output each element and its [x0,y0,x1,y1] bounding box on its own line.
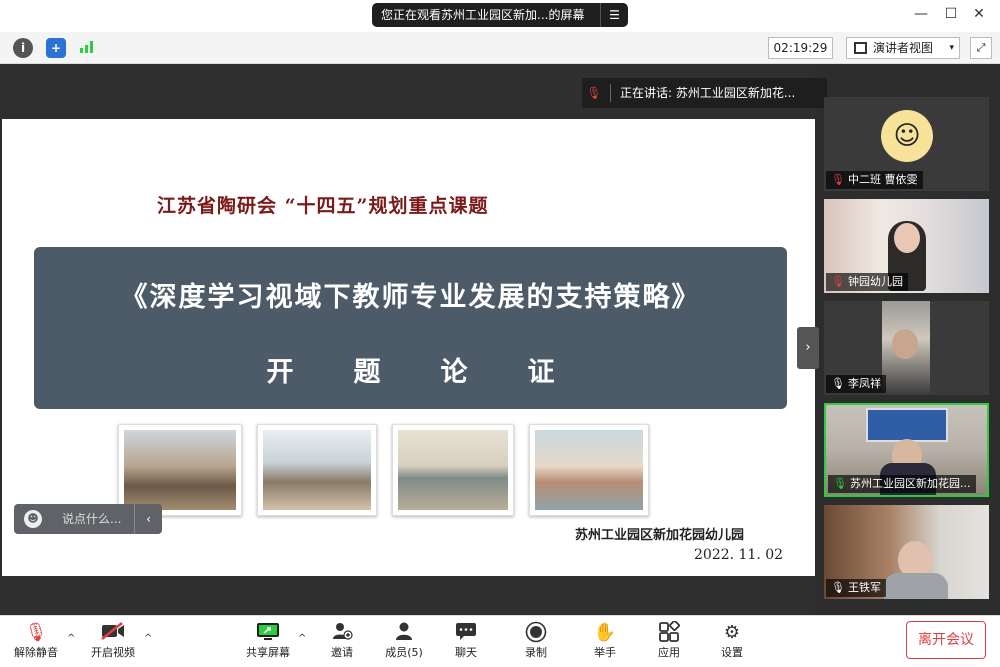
meeting-toolbar: i + 02:19:29 演讲者视图 ▾ ⤢ [0,32,1000,64]
speaking-text: 正在讲话: 苏州工业园区新加花... [620,86,796,100]
invite-button[interactable]: 邀请 [314,621,370,661]
mic-speaking-icon: 🎙 [833,477,847,490]
participant-name: 王铁军 [848,581,881,594]
title-banner: 《深度学习视域下教师专业发展的支持策略》 开题论证 [34,247,787,409]
record-icon [508,621,564,645]
raise-hand-label: 举手 [594,646,616,659]
settings-button[interactable]: ⚙ 设置 [704,621,760,661]
main-title: 《深度学习视域下教师专业发展的支持策略》 [120,282,701,313]
apps-label: 应用 [658,646,680,659]
view-mode-button[interactable]: 演讲者视图 ▾ [846,37,960,59]
participant-tile[interactable]: 🎙 钟园幼儿园 [824,199,989,293]
participant-tile[interactable]: 🎙 李凤祥 [824,301,989,395]
mic-muted-icon: 🎙 [831,275,845,288]
video-options-caret-icon[interactable]: ^ [144,633,152,644]
settings-label: 设置 [721,646,743,659]
chat-bubble-icon [438,621,494,645]
share-screen-icon [240,621,296,645]
chat-placeholder: 说点什么... [62,512,122,526]
share-status-pill[interactable]: 您正在观看苏州工业园区新加...的屏幕 ☰ [372,3,628,27]
video-feed [866,408,948,442]
participant-name: 中二班 曹依雯 [848,173,918,186]
mic-muted-icon: 🎙 [831,173,845,186]
video-off-icon [85,621,141,645]
members-button[interactable]: 成员(5) [376,621,432,661]
members-icon [376,621,432,645]
meeting-stage: 🎙 正在讲话: 苏州工业园区新加花... 江苏省陶研会 “十四五”规划重点课题 … [0,64,1000,615]
video-feed [892,329,918,359]
slide-date: 2022. 11. 02 [694,547,784,563]
record-button[interactable]: 录制 [508,621,564,661]
chat-label: 聊天 [455,646,477,659]
participant-label: 🎙 李凤祥 [826,375,886,393]
mic-icon: 🎙 [831,581,845,594]
slide-bottom-margin [0,576,815,615]
participant-label: 🎙 王铁军 [826,579,886,597]
invite-label: 邀请 [331,646,353,659]
maximize-button[interactable]: ☐ [938,6,964,26]
layout-icon [854,42,867,54]
shield-icon[interactable]: + [46,38,66,58]
add-user-icon [314,621,370,645]
raise-hand-button[interactable]: ✋ 举手 [577,621,633,661]
video-feed [894,223,920,253]
quick-chat-input[interactable]: ☻ 说点什么... ‹ [14,504,162,534]
start-video-label: 开启视频 [91,646,135,659]
leave-meeting-button[interactable]: 离开会议 [906,621,986,659]
hand-icon: ✋ [593,622,617,643]
fullscreen-button[interactable]: ⤢ [970,37,992,59]
collapse-chevron-icon[interactable]: ‹ [134,504,162,534]
share-options-caret-icon[interactable]: ^ [298,633,306,644]
share-status-text: 您正在观看苏州工业园区新加...的屏幕 [381,8,585,22]
meeting-timer: 02:19:29 [768,37,833,59]
unmute-label: 解除静音 [14,646,58,659]
participant-name: 钟园幼儿园 [848,275,903,288]
apps-button[interactable]: 应用 [641,620,697,661]
minimize-button[interactable]: — [908,6,934,26]
slide-photo [392,424,514,516]
subtitle: 开题论证 [266,357,615,388]
record-label: 录制 [525,646,547,659]
participant-tile[interactable]: 🎙 王铁军 [824,505,989,599]
participant-label: 🎙 苏州工业园区新加花园... [828,475,976,493]
list-icon[interactable]: ☰ [600,3,628,27]
close-button[interactable]: ✕ [966,6,992,26]
start-video-button[interactable]: 开启视频 [85,621,141,661]
participant-name: 李凤祥 [848,377,881,390]
mic-muted-icon: 🎙 [24,622,48,643]
share-screen-button[interactable]: 共享屏幕 [240,621,296,661]
gear-icon: ⚙ [723,622,741,643]
chat-button[interactable]: 聊天 [438,621,494,661]
info-icon[interactable]: i [13,38,33,58]
mic-icon: 🎙 [831,377,845,390]
audio-options-caret-icon[interactable]: ^ [67,633,75,644]
org-title: 江苏省陶研会 “十四五”规划重点课题 [157,195,489,217]
apps-grid-icon [641,620,697,645]
unmute-button[interactable]: 🎙 解除静音 [8,621,64,661]
participant-label: 🎙 钟园幼儿园 [826,273,908,291]
signal-icon[interactable] [78,38,98,58]
video-feed [884,573,948,599]
members-label: 成员(5) [385,646,423,659]
participant-tile[interactable]: ☺ 🎙 中二班 曹依雯 [824,97,989,191]
slide-photo [529,424,649,516]
share-screen-label: 共享屏幕 [246,646,290,659]
control-bar: 🎙 解除静音 ^ 开启视频 ^ 共享屏幕 ^ 邀请 成员(5) 聊天 录制 ✋ … [0,615,1000,667]
cartoon-avatar: ☺ [881,110,933,162]
participant-label: 🎙 中二班 曹依雯 [826,171,923,189]
emoji-icon[interactable]: ☻ [24,510,42,528]
mic-muted-icon: 🎙 [586,86,602,100]
sidebar-toggle-button[interactable]: › [797,327,819,369]
chevron-down-icon: ▾ [949,43,954,53]
view-mode-label: 演讲者视图 [873,41,934,55]
slide-photo [257,424,377,516]
title-bar: 您正在观看苏州工业园区新加...的屏幕 ☰ — ☐ ✕ [0,0,1000,32]
divider [610,84,611,102]
participant-name: 苏州工业园区新加花园... [850,477,971,490]
school-name: 苏州工业园区新加花园幼儿园 [575,528,745,543]
speaking-indicator: 🎙 正在讲话: 苏州工业园区新加花... [582,78,827,108]
participant-tile[interactable]: 🎙 苏州工业园区新加花园... [824,403,989,497]
slide-photo [118,424,242,516]
